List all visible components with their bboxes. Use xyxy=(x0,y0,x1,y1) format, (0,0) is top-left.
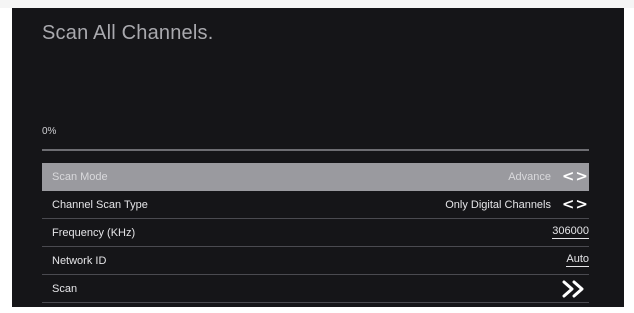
scan-settings-menu: Scan Mode Advance <> Channel Scan Type O… xyxy=(42,163,589,303)
menu-item-label: Frequency (KHz) xyxy=(52,227,136,239)
menu-item-label: Scan xyxy=(52,283,78,295)
double-chevron-right-icon[interactable] xyxy=(561,276,589,302)
menu-item-label: Network ID xyxy=(52,255,107,267)
menu-item-frequency[interactable]: Frequency (KHz) 306000 xyxy=(42,219,589,247)
menu-item-channel-scan-type[interactable]: Channel Scan Type Only Digital Channels … xyxy=(42,191,589,219)
menu-item-label: Channel Scan Type xyxy=(52,199,148,211)
scan-progress-text: 0% xyxy=(42,126,57,137)
scan-progress-bar xyxy=(42,149,589,151)
tv-screen: Scan All Channels. 0% Scan Mode Advance … xyxy=(12,8,624,307)
menu-item-value: Only Digital Channels xyxy=(445,199,551,211)
frequency-field[interactable]: 306000 xyxy=(552,225,589,239)
page-title: Scan All Channels. xyxy=(42,22,214,44)
menu-item-label: Scan Mode xyxy=(52,171,108,183)
menu-item-network-id[interactable]: Network ID Auto xyxy=(42,247,589,275)
top-edge-strip xyxy=(0,0,634,8)
left-right-arrows-icon[interactable]: <> xyxy=(562,167,589,185)
menu-item-scan-mode[interactable]: Scan Mode Advance <> xyxy=(42,163,589,191)
network-id-field[interactable]: Auto xyxy=(566,253,589,267)
left-right-arrows-icon[interactable]: <> xyxy=(562,195,589,213)
menu-item-scan[interactable]: Scan xyxy=(42,275,589,303)
menu-item-value: Advance xyxy=(508,171,551,183)
